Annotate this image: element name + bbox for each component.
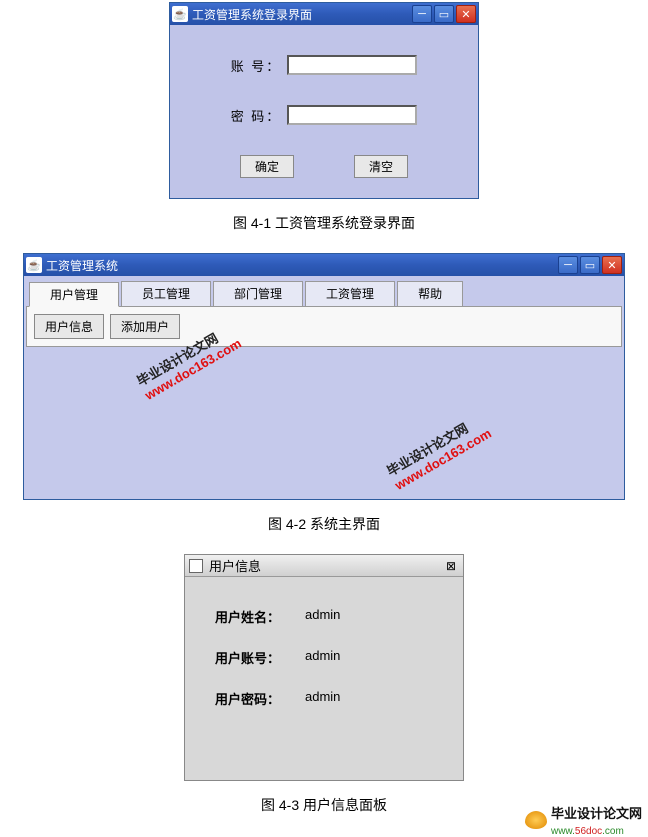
login-titlebar: ☕ 工资管理系统登录界面 ─ ▭ ✕ xyxy=(170,3,478,25)
caption-2: 图 4-2 系统主界面 xyxy=(0,514,648,534)
user-account-value: admin xyxy=(305,648,340,667)
login-window: ☕ 工资管理系统登录界面 ─ ▭ ✕ 账 号： 密 码： 确定 清空 xyxy=(169,2,479,199)
user-name-label: 用户姓名： xyxy=(215,607,305,626)
add-user-button[interactable]: 添加用户 xyxy=(110,314,180,339)
main-window: ☕ 工资管理系统 ─ ▭ ✕ 用户管理 员工管理 部门管理 工资管理 帮助 用户… xyxy=(23,253,625,500)
maximize-button[interactable]: ▭ xyxy=(580,256,600,274)
tab-panel: 用户信息 添加用户 xyxy=(26,306,622,347)
frame-icon xyxy=(189,559,203,573)
userinfo-titlebar: 用户信息 ⊠ xyxy=(185,555,463,577)
user-info-button[interactable]: 用户信息 xyxy=(34,314,104,339)
tab-user-mgmt[interactable]: 用户管理 xyxy=(29,282,119,307)
tab-strip: 用户管理 员工管理 部门管理 工资管理 帮助 xyxy=(26,278,622,306)
main-content-area xyxy=(26,347,622,497)
minimize-button[interactable]: ─ xyxy=(558,256,578,274)
caption-1: 图 4-1 工资管理系统登录界面 xyxy=(0,213,648,233)
login-title: 工资管理系统登录界面 xyxy=(192,6,412,23)
close-button[interactable]: ✕ xyxy=(602,256,622,274)
java-icon: ☕ xyxy=(172,6,188,22)
tab-employee-mgmt[interactable]: 员工管理 xyxy=(121,281,211,306)
tab-help[interactable]: 帮助 xyxy=(397,281,463,306)
clear-button[interactable]: 清空 xyxy=(354,155,408,178)
minimize-button[interactable]: ─ xyxy=(412,5,432,23)
main-title: 工资管理系统 xyxy=(46,257,558,274)
userinfo-title: 用户信息 xyxy=(209,556,261,575)
userinfo-window: 用户信息 ⊠ 用户姓名： admin 用户账号： admin 用户密码： adm… xyxy=(184,554,464,781)
password-label: 密 码： xyxy=(231,106,282,125)
user-account-label: 用户账号： xyxy=(215,648,305,667)
logo-orb-icon xyxy=(525,811,547,829)
account-label: 账 号： xyxy=(231,56,282,75)
password-input[interactable] xyxy=(287,105,417,125)
maximize-button[interactable]: ▭ xyxy=(434,5,454,23)
account-input[interactable] xyxy=(287,55,417,75)
user-name-value: admin xyxy=(305,607,340,626)
close-icon[interactable]: ⊠ xyxy=(443,559,459,573)
main-titlebar: ☕ 工资管理系统 ─ ▭ ✕ xyxy=(24,254,624,276)
user-password-value: admin xyxy=(305,689,340,708)
java-icon: ☕ xyxy=(26,257,42,273)
footer-logo: 毕业设计论文网 www.56doc.com xyxy=(525,803,642,837)
tab-dept-mgmt[interactable]: 部门管理 xyxy=(213,281,303,306)
close-button[interactable]: ✕ xyxy=(456,5,476,23)
user-password-label: 用户密码： xyxy=(215,689,305,708)
ok-button[interactable]: 确定 xyxy=(240,155,294,178)
tab-salary-mgmt[interactable]: 工资管理 xyxy=(305,281,395,306)
